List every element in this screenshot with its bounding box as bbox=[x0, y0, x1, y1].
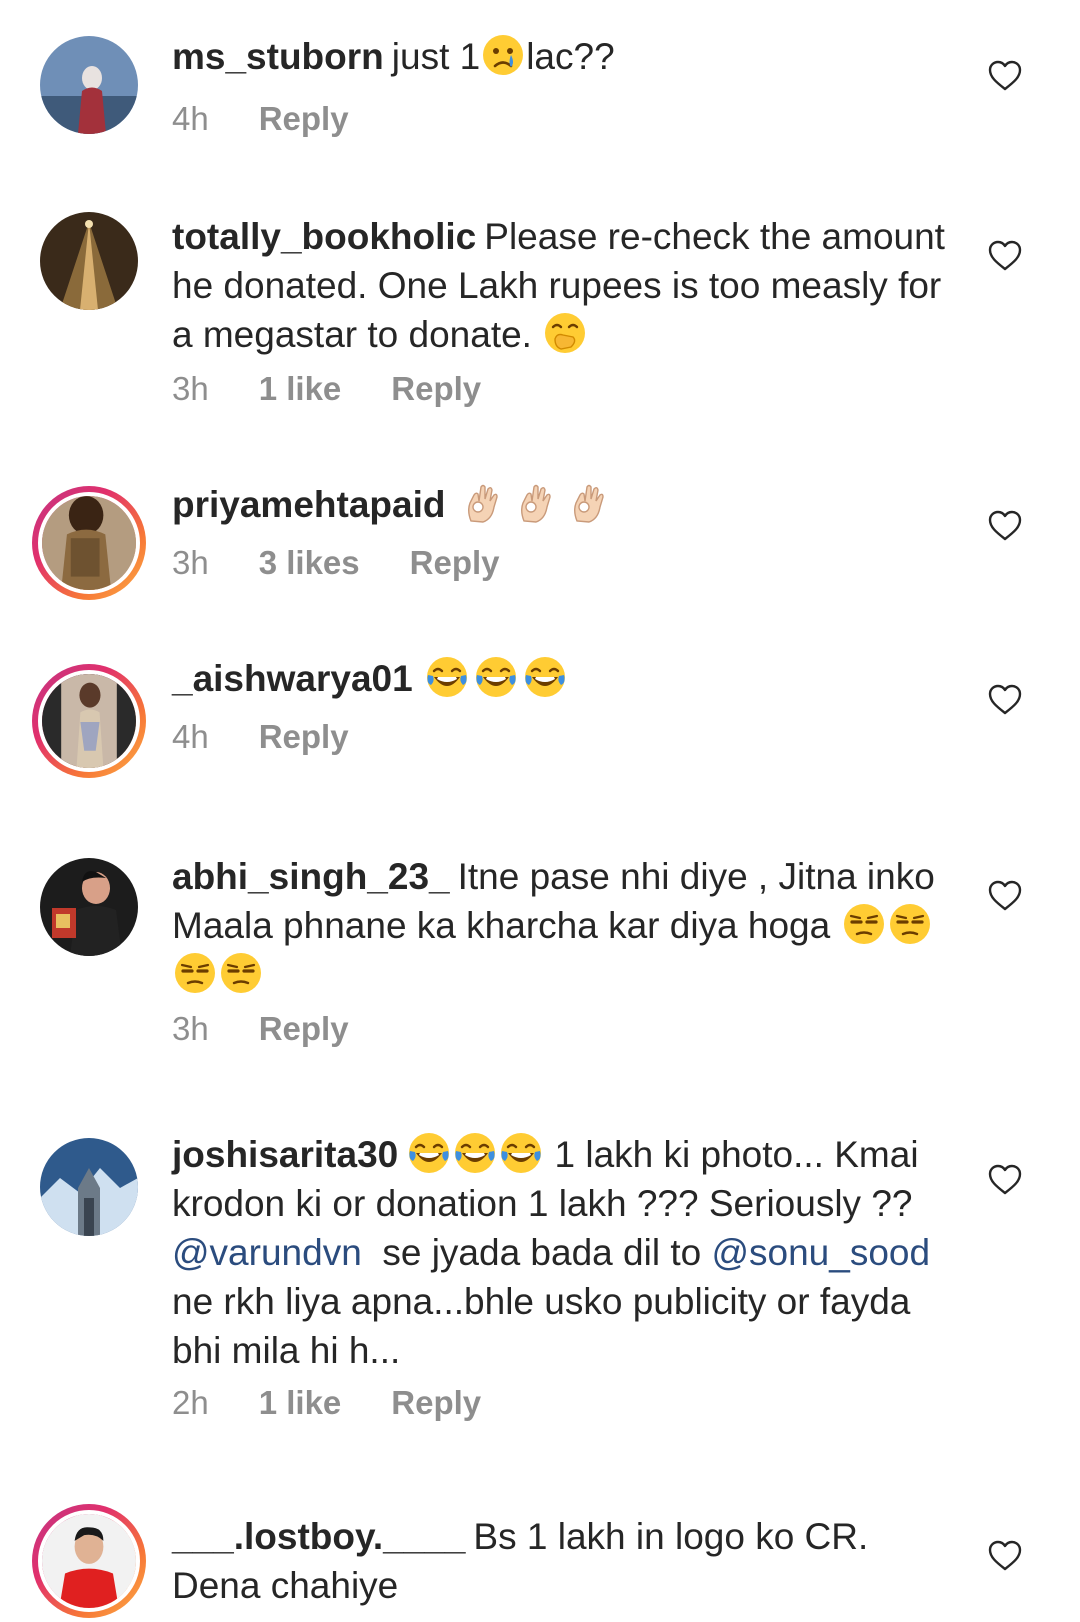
comment-text: lac?? bbox=[526, 36, 615, 77]
heart-outline-icon[interactable] bbox=[988, 510, 1022, 542]
mention-link[interactable]: @varundvn bbox=[172, 1232, 362, 1273]
comment-username[interactable]: priyamehtapaid bbox=[172, 484, 445, 525]
comment-text: se jyada bada dil to bbox=[382, 1232, 702, 1273]
ok-hand-icon bbox=[461, 481, 505, 525]
tears-of-joy-icon bbox=[425, 655, 469, 699]
avatar[interactable] bbox=[40, 212, 138, 310]
heart-outline-icon[interactable] bbox=[988, 880, 1022, 912]
tears-of-joy-icon bbox=[407, 1131, 451, 1175]
avatar[interactable] bbox=[32, 664, 146, 778]
comment-timestamp: 3h bbox=[172, 370, 209, 407]
avatar[interactable] bbox=[40, 1138, 138, 1236]
heart-outline-icon[interactable] bbox=[988, 1540, 1022, 1572]
unamused-face-icon bbox=[888, 902, 932, 946]
tears-of-joy-icon bbox=[499, 1131, 543, 1175]
mention-link[interactable]: @sonu_sood bbox=[711, 1232, 930, 1273]
tears-of-joy-icon bbox=[523, 655, 567, 699]
comment-timestamp: 3h bbox=[172, 1010, 209, 1047]
comment-timestamp: 2h bbox=[172, 1384, 209, 1421]
avatar[interactable] bbox=[40, 858, 138, 956]
unamused-face-icon bbox=[842, 902, 886, 946]
tears-of-joy-icon bbox=[453, 1131, 497, 1175]
comment-username[interactable]: abhi_singh_23_ bbox=[172, 856, 450, 897]
reply-button[interactable]: Reply bbox=[259, 1010, 349, 1047]
reply-button[interactable]: Reply bbox=[391, 1384, 481, 1421]
heart-outline-icon[interactable] bbox=[988, 1164, 1022, 1196]
comment-username[interactable]: ___.lostboy.____ bbox=[172, 1516, 465, 1557]
avatar[interactable] bbox=[40, 36, 138, 134]
avatar[interactable] bbox=[32, 1504, 146, 1618]
reply-button[interactable]: Reply bbox=[410, 544, 500, 581]
unamused-face-icon bbox=[173, 951, 217, 995]
comment-username[interactable]: joshisarita30 bbox=[172, 1134, 398, 1175]
comment-username[interactable]: ms_stuborn bbox=[172, 36, 384, 77]
reply-button[interactable]: Reply bbox=[391, 370, 481, 407]
comment-username[interactable]: totally_bookholic bbox=[172, 216, 476, 257]
avatar[interactable] bbox=[32, 486, 146, 600]
reply-button[interactable]: Reply bbox=[259, 718, 349, 755]
comment-username[interactable]: _aishwarya01 bbox=[172, 658, 413, 699]
ok-hand-icon bbox=[567, 481, 611, 525]
ok-hand-icon bbox=[514, 481, 558, 525]
comment-text: just 1 bbox=[391, 36, 481, 77]
likes-count[interactable]: 1 like bbox=[259, 1384, 342, 1421]
unamused-face-icon bbox=[219, 951, 263, 995]
hand-over-mouth-face-icon bbox=[543, 311, 587, 355]
likes-count[interactable]: 3 likes bbox=[259, 544, 360, 581]
comment-timestamp: 3h bbox=[172, 544, 209, 581]
heart-outline-icon[interactable] bbox=[988, 240, 1022, 272]
heart-outline-icon[interactable] bbox=[988, 60, 1022, 92]
tears-of-joy-icon bbox=[474, 655, 518, 699]
comment-timestamp: 4h bbox=[172, 100, 209, 137]
likes-count[interactable]: 1 like bbox=[259, 370, 342, 407]
heart-outline-icon[interactable] bbox=[988, 684, 1022, 716]
crying-face-icon bbox=[481, 33, 525, 77]
comment-timestamp: 4h bbox=[172, 718, 209, 755]
reply-button[interactable]: Reply bbox=[259, 100, 349, 137]
comment-text: ne rkh liya apna...bhle usko publicity o… bbox=[172, 1281, 911, 1371]
